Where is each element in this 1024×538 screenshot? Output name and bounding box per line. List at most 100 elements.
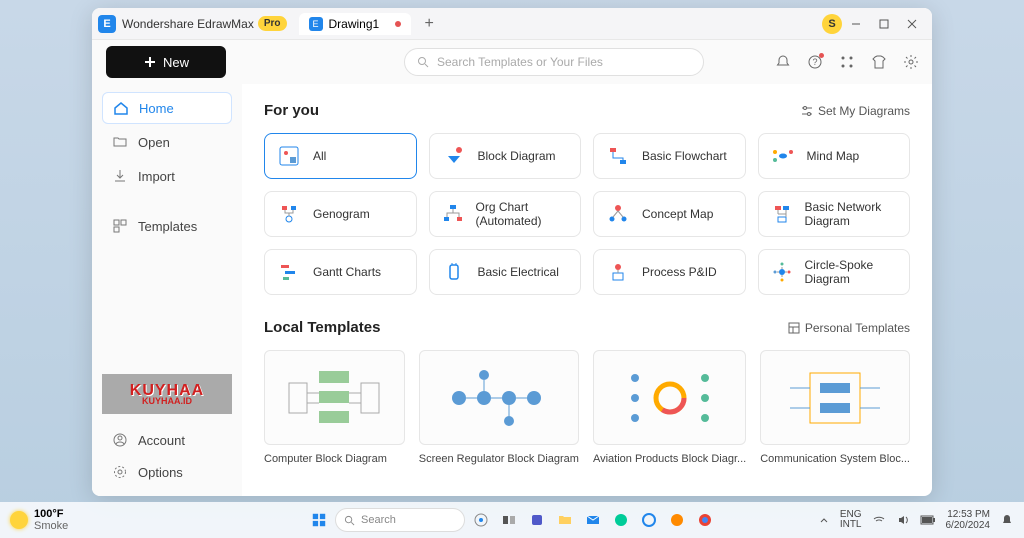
category-pid[interactable]: Process P&ID (593, 249, 746, 295)
category-network-diagram[interactable]: Basic Network Diagram (758, 191, 911, 237)
category-genogram[interactable]: Genogram (264, 191, 417, 237)
category-basic-flowchart[interactable]: Basic Flowchart (593, 133, 746, 179)
search-icon (417, 56, 429, 68)
unsaved-dot-icon (395, 21, 401, 27)
start-button[interactable] (307, 508, 331, 532)
teams-icon[interactable] (525, 508, 549, 532)
main-content: For you Set My Diagrams All Block Diagra… (242, 84, 932, 496)
sidebar-label: Import (138, 169, 175, 184)
category-label: Concept Map (642, 207, 713, 221)
sidebar-label: Home (139, 101, 174, 116)
category-label: Basic Flowchart (642, 149, 727, 163)
weather-widget[interactable]: 100°FSmoke (10, 508, 68, 532)
chevron-up-icon[interactable] (818, 514, 830, 526)
sidebar-label: Account (138, 433, 185, 448)
category-label: Process P&ID (642, 265, 717, 279)
category-label: Basic Electrical (478, 265, 559, 279)
personal-templates-link[interactable]: Personal Templates (787, 321, 910, 335)
search-placeholder: Search Templates or Your Files (437, 55, 603, 69)
weather-condition: Smoke (34, 520, 68, 532)
battery-icon[interactable] (920, 514, 936, 526)
category-block-diagram[interactable]: Block Diagram (429, 133, 582, 179)
template-thumbnail (760, 350, 910, 445)
pid-icon (606, 260, 630, 284)
minimize-button[interactable] (842, 12, 870, 36)
sidebar-item-templates[interactable]: Templates (102, 210, 232, 242)
sidebar-item-import[interactable]: Import (102, 160, 232, 192)
taskbar-search[interactable]: Search (335, 508, 465, 532)
for-you-title: For you (264, 102, 319, 119)
explorer-icon[interactable] (553, 508, 577, 532)
new-label: New (163, 55, 189, 70)
conceptmap-icon (606, 202, 630, 226)
bell-icon[interactable] (774, 53, 792, 71)
copilot-icon[interactable] (469, 508, 493, 532)
mindmap-icon (771, 144, 795, 168)
sidebar-label: Options (138, 465, 183, 480)
taskview-icon[interactable] (497, 508, 521, 532)
new-button[interactable]: New (106, 46, 226, 78)
circlespoke-icon (771, 260, 793, 284)
template-grid: Computer Block Diagram Screen Regulator … (264, 350, 910, 465)
gear-icon[interactable] (902, 53, 920, 71)
template-label: Aviation Products Block Diagr... (593, 453, 746, 465)
language-indicator[interactable]: ENGINTL (840, 510, 862, 530)
mail-icon[interactable] (581, 508, 605, 532)
clock[interactable]: 12:53 PM6/20/2024 (946, 509, 991, 531)
sidebar-item-home[interactable]: Home (102, 92, 232, 124)
sliders-icon (800, 104, 814, 118)
sidebar: Home Open Import Templates KUYHAAKUYHAA.… (92, 84, 242, 496)
electrical-icon (442, 260, 466, 284)
category-label: Gantt Charts (313, 265, 381, 279)
home-icon (113, 100, 129, 116)
search-input[interactable]: Search Templates or Your Files (404, 48, 704, 76)
category-label: Org Chart (Automated) (476, 200, 569, 229)
category-gantt[interactable]: Gantt Charts (264, 249, 417, 295)
category-label: Basic Network Diagram (805, 200, 898, 229)
sidebar-item-options[interactable]: Options (102, 456, 232, 488)
category-mind-map[interactable]: Mind Map (758, 133, 911, 179)
template-card[interactable]: Communication System Bloc... (760, 350, 910, 465)
folder-icon (112, 134, 128, 150)
maximize-button[interactable] (870, 12, 898, 36)
chrome-icon[interactable] (693, 508, 717, 532)
category-label: Mind Map (807, 149, 860, 163)
template-thumbnail (419, 350, 579, 445)
templates-icon (112, 218, 128, 234)
dell-icon[interactable] (637, 508, 661, 532)
template-label: Communication System Bloc... (760, 453, 910, 465)
gantt-icon (277, 260, 301, 284)
edge-icon[interactable] (609, 508, 633, 532)
tab-drawing[interactable]: E Drawing1 (299, 13, 412, 35)
sidebar-item-open[interactable]: Open (102, 126, 232, 158)
app-title: Wondershare EdrawMax (122, 17, 254, 31)
notifications-icon[interactable] (1000, 513, 1014, 527)
user-avatar[interactable]: S (822, 14, 842, 34)
category-electrical[interactable]: Basic Electrical (429, 249, 582, 295)
category-circle-spoke[interactable]: Circle-Spoke Diagram (758, 249, 911, 295)
set-my-diagrams-link[interactable]: Set My Diagrams (800, 104, 910, 118)
help-icon[interactable]: ? (806, 53, 824, 71)
all-icon (277, 144, 301, 168)
shirt-icon[interactable] (870, 53, 888, 71)
apps-icon[interactable] (838, 53, 856, 71)
template-thumbnail (593, 350, 746, 445)
close-button[interactable] (898, 12, 926, 36)
import-icon (112, 168, 128, 184)
template-card[interactable]: Screen Regulator Block Diagram (419, 350, 579, 465)
sun-icon (10, 511, 28, 529)
wifi-icon[interactable] (872, 513, 886, 527)
new-tab-button[interactable]: + (419, 14, 439, 34)
category-all[interactable]: All (264, 133, 417, 179)
search-icon (344, 515, 355, 526)
firefox-icon[interactable] (665, 508, 689, 532)
template-card[interactable]: Computer Block Diagram (264, 350, 405, 465)
category-label: Genogram (313, 207, 370, 221)
category-concept-map[interactable]: Concept Map (593, 191, 746, 237)
brand-logo: KUYHAAKUYHAA.ID (102, 374, 232, 414)
taskbar: 100°FSmoke Search ENGINTL 12:53 PM6/20/2… (0, 502, 1024, 538)
category-org-chart[interactable]: Org Chart (Automated) (429, 191, 582, 237)
sidebar-item-account[interactable]: Account (102, 424, 232, 456)
volume-icon[interactable] (896, 513, 910, 527)
template-card[interactable]: Aviation Products Block Diagr... (593, 350, 746, 465)
